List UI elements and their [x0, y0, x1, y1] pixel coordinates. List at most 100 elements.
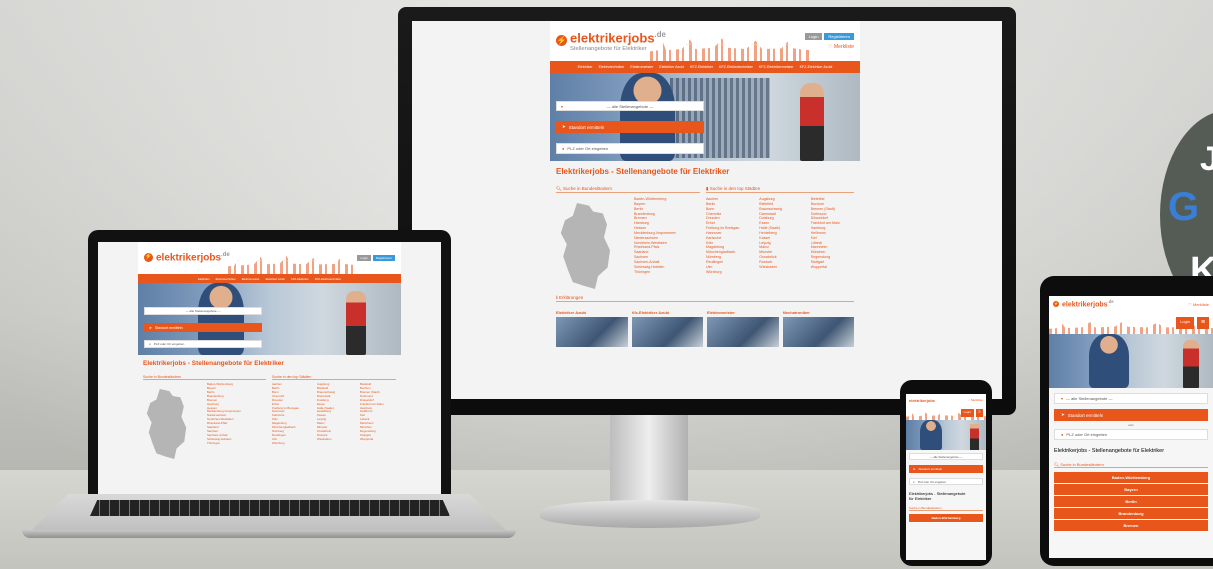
list-item[interactable]: Wuppertal	[811, 265, 854, 270]
list-item[interactable]: Würzburg	[272, 442, 314, 446]
nav-item[interactable]: Elektriker Azubi	[659, 65, 684, 69]
category-image	[707, 317, 779, 347]
category-card[interactable]: Elektromeister	[707, 310, 779, 347]
map-pin-icon: ●	[1061, 432, 1064, 437]
job-select[interactable]: ▾ — alle Stellenangebote —	[1054, 393, 1208, 404]
location-arrow-icon: ➤	[913, 467, 916, 471]
category-card[interactable]: Mechatroniker	[782, 310, 854, 347]
chevron-down-icon: ▾	[1061, 396, 1064, 401]
nav-item[interactable]: Elektrotechniker	[216, 277, 236, 281]
nav-item[interactable]: KFZ-Elektriker Azubi	[800, 65, 833, 69]
laptop-keyboard-deck	[30, 494, 508, 532]
location-arrow-icon: ➤	[562, 124, 566, 129]
job-select[interactable]: — alle Stellenangebote —	[909, 453, 983, 460]
category-image	[556, 317, 628, 347]
map-pin-icon: ●	[913, 479, 915, 484]
nav-item[interactable]: Elektrotechniker	[599, 65, 625, 69]
job-select[interactable]: ▾ — alle Stellenangebote —	[556, 101, 704, 111]
laptop-bezel: ⚡ elektrikerjobs.de Login Registrieren E…	[88, 230, 451, 496]
plz-input[interactable]: ● PLZ oder Ort eingeben	[1054, 429, 1208, 440]
germany-map[interactable]	[146, 389, 187, 459]
logo-tld: .de	[221, 252, 230, 259]
list-item[interactable]: Wiesbaden	[759, 265, 806, 270]
nav-item[interactable]: Elektriker Azubi	[266, 277, 285, 281]
merkliste-link[interactable]: ♡ Merkliste	[805, 44, 854, 50]
laptop-base-edge	[22, 530, 516, 538]
locate-button-label: Standort ermitteln	[918, 467, 943, 471]
map-pin-icon: ●	[562, 146, 565, 151]
nav-item[interactable]: Elektriker	[198, 277, 210, 281]
job-select-value: — alle Stellenangebote —	[606, 103, 654, 109]
register-button[interactable]: Registrieren	[824, 32, 854, 40]
list-item[interactable]: Wuppertal	[360, 438, 396, 442]
phone: elektrikerjobs ♡ Merkliste Login ≡ — all…	[900, 380, 992, 566]
nav-item[interactable]: Elektriker	[578, 65, 593, 69]
locate-button[interactable]: ➤ Standort ermitteln	[144, 323, 262, 332]
plz-input[interactable]: ● PLZ oder Ort eingeben	[556, 143, 704, 154]
state-button[interactable]: Baden-Württemberg	[909, 514, 983, 523]
login-button[interactable]: Login	[357, 255, 371, 261]
site-logo[interactable]: ⚡ elektrikerjobs.de	[1053, 299, 1114, 309]
main-nav: Elektriker Elektrotechniker Elektromeist…	[138, 274, 401, 283]
hamburger-menu-icon[interactable]: ≡	[976, 409, 983, 417]
mobile-skyline-bar: Login ≡	[906, 406, 986, 420]
erklaerungen-heading: ℹ︎ Erklärungen	[556, 295, 854, 302]
state-button-list: Baden-Württemberg Bayern Berlin Brandenb…	[1054, 472, 1208, 532]
nav-item[interactable]: Elektromeister	[630, 65, 653, 69]
login-button[interactable]: Login	[1176, 317, 1194, 329]
nav-item[interactable]: KFZ-Elektrotechniker	[719, 65, 753, 69]
state-button[interactable]: Baden-Württemberg	[1054, 472, 1208, 484]
hero-worker-right	[970, 424, 979, 450]
logo-text: elektrikerjobs	[156, 252, 222, 264]
nav-item[interactable]: Elektromeister	[242, 277, 260, 281]
monitor-screen: ⚡ elektrikerjobs.de Stellenangebote für E…	[412, 21, 1002, 399]
locate-button-label: Standort ermitteln	[154, 325, 183, 330]
locate-button[interactable]: ➤ Standort ermitteln	[909, 465, 983, 473]
logo-text: elektrikerjobs	[909, 397, 936, 403]
site-logo[interactable]: ⚡ elektrikerjobs.de Stellenangebote für E…	[556, 30, 666, 52]
category-image	[631, 317, 703, 347]
list-item[interactable]: Würzburg	[706, 270, 755, 275]
locate-button[interactable]: ➤ Standort ermitteln	[1054, 409, 1208, 421]
info-icon: ℹ︎	[556, 295, 558, 300]
merkliste-link[interactable]: ♡ Merkliste	[967, 398, 983, 402]
nav-item[interactable]: KFZ-Elektriker	[690, 65, 713, 69]
locate-button[interactable]: ➤ Standort ermitteln	[556, 121, 704, 133]
hamburger-menu-icon[interactable]: ≡	[1197, 317, 1209, 329]
list-item[interactable]: Thüringen	[634, 270, 676, 275]
site-logo[interactable]: ⚡ elektrikerjobs.de	[144, 252, 230, 264]
state-button[interactable]: Bayern	[1054, 484, 1208, 496]
job-select[interactable]: — alle Stellenangebote —	[144, 307, 262, 315]
nav-item[interactable]: KFZ-Elektrotechniker	[315, 277, 341, 281]
scene: J G K ⚡ elektrikerjobs.de Stellenangebote…	[0, 0, 1213, 569]
merkliste-link[interactable]: ♡ Merkliste	[1188, 302, 1209, 307]
plz-input[interactable]: ● PLZ oder Ort eingeben	[909, 478, 983, 485]
state-button[interactable]: Berlin	[1054, 496, 1208, 508]
job-select-value: — alle Stellenangebote —	[185, 309, 221, 313]
login-button[interactable]: Login	[804, 32, 823, 40]
logo-tagline: Stellenangebote für Elektriker	[570, 45, 647, 52]
state-button[interactable]: Bremen	[1054, 520, 1208, 532]
hero-worker-right	[346, 291, 366, 355]
list-item[interactable]: Wiesbaden	[317, 438, 357, 442]
list-item[interactable]: Thüringen	[207, 442, 241, 446]
category-cards: Elektriker Azubi Kfz-Elektriker Azubi El…	[556, 310, 854, 347]
category-card[interactable]: Elektriker Azubi	[556, 310, 628, 347]
nav-item[interactable]: KFZ-Elektrikermeister	[759, 65, 794, 69]
site-header: elektrikerjobs ♡ Merkliste	[906, 394, 986, 406]
nav-item[interactable]: KFZ-Elektriker	[291, 277, 309, 281]
hero-worker-left	[1089, 334, 1129, 388]
plz-placeholder: PLZ oder Ort eingeben	[917, 479, 947, 484]
login-button[interactable]: Login	[960, 409, 974, 417]
plz-input[interactable]: ● PLZ oder Ort eingeben	[144, 340, 262, 348]
category-title: Mechatroniker	[782, 310, 810, 315]
bundeslaender-heading: 🔍︎ Suche in Bundesländern	[1054, 462, 1208, 468]
germany-map[interactable]	[560, 203, 610, 289]
site-logo[interactable]: elektrikerjobs	[909, 398, 935, 403]
register-button[interactable]: Registrieren	[372, 255, 395, 261]
category-card[interactable]: Kfz-Elektriker Azubi	[631, 310, 703, 347]
city-skyline	[650, 38, 810, 61]
bundeslaender-list: Baden-Württemberg Bayern Berlin Brandenb…	[207, 383, 241, 459]
desktop-site: ⚡ elektrikerjobs.de Stellenangebote für E…	[550, 21, 860, 399]
state-button[interactable]: Brandenburg	[1054, 508, 1208, 520]
